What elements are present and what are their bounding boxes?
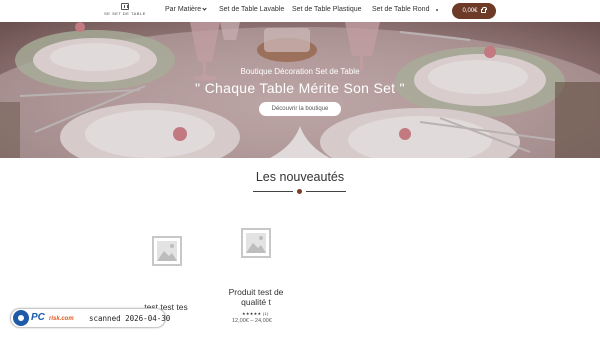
nav-item-par-matiere[interactable]: Par Matière [165, 6, 207, 13]
hero-subtitle: Boutique Décoration Set de Table [240, 67, 360, 76]
nav-item-label: Par Matière [165, 6, 202, 13]
section-title: Les nouveautés [255, 170, 345, 184]
nav-item-label: Set de Table Lavable [219, 6, 285, 13]
separator-line-right [306, 191, 346, 192]
separator-dot [297, 189, 302, 194]
separator-line-left [253, 191, 293, 192]
product-price: 12,00€ – 24,00€ [232, 318, 272, 324]
magnifier-logo-icon [13, 310, 29, 326]
nav-item-label: Set de Table Plastique [292, 6, 362, 13]
site-header: Se Set de Table Par Matière Set de Table… [0, 0, 600, 22]
discover-shop-button[interactable]: Découvrir la boutique [259, 102, 341, 116]
watermark-scan-text: scanned 2026-04-30 [89, 314, 171, 323]
image-placeholder-icon [241, 228, 271, 258]
logo-icon [121, 3, 129, 10]
product-title-line-1[interactable]: Produit test de [206, 287, 306, 297]
nav-item-set-de-table-lavable[interactable]: Set de Table Lavable [219, 6, 284, 13]
site-logo[interactable]: Se Set de Table [104, 3, 146, 19]
chevron-down-icon [202, 6, 207, 11]
image-placeholder-icon [152, 236, 182, 266]
logo-text: Se Set de Table [104, 11, 146, 16]
cart-button[interactable]: 0,00€ [452, 3, 496, 19]
cart-total: 0,00€ [462, 8, 478, 14]
hero-title: " Chaque Table Mérite Son Set " [195, 80, 405, 96]
product-title-line-2[interactable]: qualité t [206, 297, 306, 307]
hero-banner: Boutique Décoration Set de Table " Chaqu… [0, 22, 600, 158]
nav-item-label: Set de Table Rond [372, 6, 430, 13]
watermark-brand-risk: risk.com [49, 316, 74, 322]
nav-item-set-de-table-rond[interactable]: Set de Table Rond [372, 6, 429, 13]
rating-count: (1) [262, 311, 269, 316]
rating-stars: ★★★★★ (1) [242, 311, 269, 316]
nav-more-dot[interactable] [436, 9, 438, 11]
nav-item-set-de-table-plastique[interactable]: Set de Table Plastique [292, 6, 362, 13]
rating-stars-glyphs: ★★★★★ [242, 311, 262, 316]
shopping-bag-icon [480, 7, 487, 13]
pcrisk-watermark: PC risk.com scanned 2026-04-30 [10, 308, 170, 328]
watermark-brand-pc: PC [31, 312, 45, 323]
